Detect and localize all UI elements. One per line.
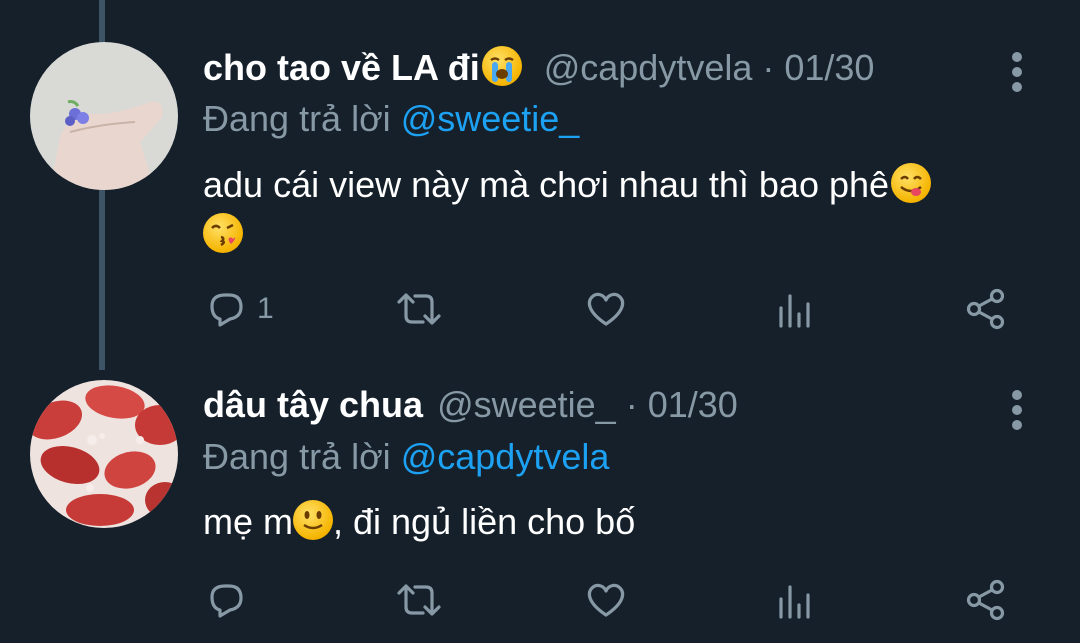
avatar-image-hand-ring (30, 42, 178, 190)
retweet-button[interactable] (393, 286, 445, 332)
like-button[interactable] (583, 577, 629, 623)
tweet-text: mẹ m , đi ngủ liền cho bố (203, 497, 1023, 547)
like-button[interactable] (583, 286, 629, 332)
loudly-crying-face-icon (481, 46, 522, 86)
tweet-header: dâu tây chua @sweetie_ · 01/30 (203, 384, 738, 426)
reply-button[interactable]: 1 (203, 286, 274, 332)
tweet-actions (203, 577, 1033, 623)
tweet-card[interactable]: cho tao về LA đi @capdytvela · 01/30 Đan… (0, 0, 1080, 360)
tweet-header: cho tao về LA đi @capdytvela · 01/30 (203, 46, 874, 89)
user-handle-and-date[interactable]: @sweetie_ · 01/30 (437, 384, 738, 425)
tweet-text: adu cái view này mà chơi nhau thì bao ph… (203, 160, 1023, 260)
analytics-button[interactable] (775, 577, 815, 623)
tweet-text-before-emoji: mẹ m (203, 501, 293, 542)
share-icon (966, 579, 1005, 621)
reply-button[interactable] (203, 577, 249, 623)
face-savoring-food-icon (891, 163, 932, 203)
reply-prefix: Đang trả lời (203, 98, 391, 139)
heart-icon (587, 583, 625, 617)
share-button[interactable] (963, 577, 1009, 623)
reply-context: Đang trả lời @capdytvela (203, 436, 609, 478)
retweet-icon (397, 293, 441, 325)
tweet-text-content: adu cái view này mà chơi nhau thì bao ph… (203, 164, 890, 205)
heart-icon (587, 292, 625, 326)
reply-context: Đang trả lời @sweetie_ (203, 98, 579, 140)
avatar[interactable] (30, 380, 178, 528)
reply-count: 1 (257, 292, 274, 325)
reply-icon (210, 293, 243, 327)
tweet-actions: 1 (203, 286, 1033, 332)
user-handle-and-date[interactable]: @capdytvela · 01/30 (544, 47, 875, 88)
avatar-image-strawberries (30, 380, 178, 528)
display-name[interactable]: cho tao về LA đi (203, 47, 480, 88)
reply-mention-link[interactable]: @capdytvela (401, 436, 610, 477)
retweet-icon (397, 584, 441, 616)
avatar[interactable] (30, 42, 178, 190)
reply-icon (210, 584, 243, 618)
retweet-button[interactable] (393, 577, 445, 623)
analytics-button[interactable] (775, 286, 815, 332)
display-name[interactable]: dâu tây chua (203, 384, 423, 425)
share-button[interactable] (963, 286, 1009, 332)
tweet-card[interactable]: dâu tây chua @sweetie_ · 01/30 Đang trả … (0, 360, 1080, 643)
reply-prefix: Đang trả lời (203, 436, 391, 477)
slightly-smiling-face-icon (293, 500, 333, 540)
reply-mention-link[interactable]: @sweetie_ (401, 98, 580, 139)
more-options-icon[interactable] (1012, 52, 1026, 97)
more-options-icon[interactable] (1012, 390, 1026, 435)
share-icon (966, 288, 1005, 330)
analytics-icon (779, 585, 810, 619)
tweet-text-after-emoji: , đi ngủ liền cho bố (333, 501, 636, 542)
analytics-icon (779, 294, 810, 328)
face-blowing-kiss-icon (203, 213, 243, 253)
